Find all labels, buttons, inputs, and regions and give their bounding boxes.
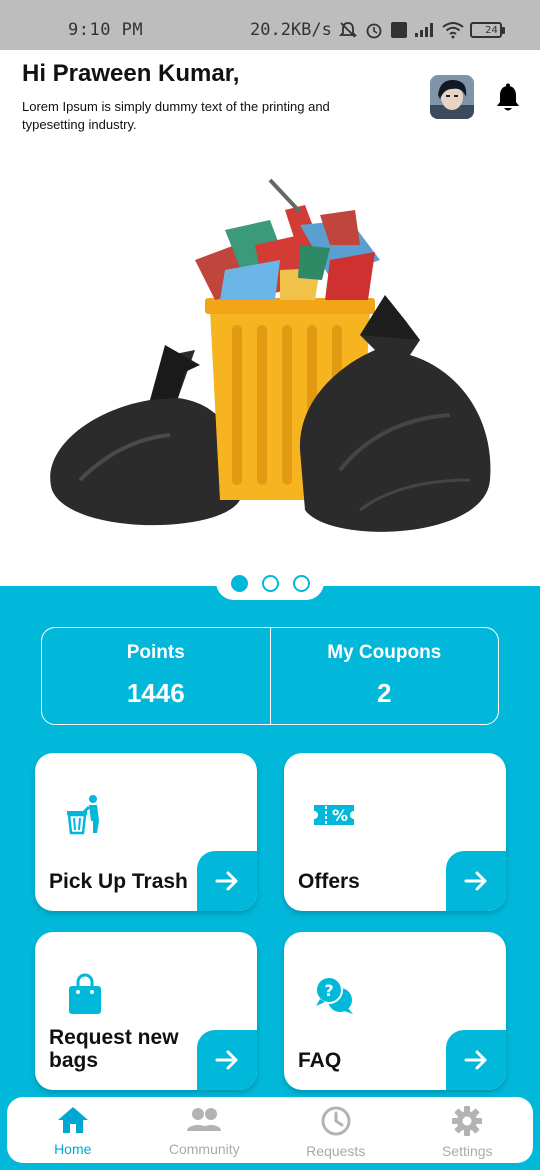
carousel-dot-3[interactable] xyxy=(292,574,310,592)
coupon-percent-icon: % xyxy=(314,793,354,837)
signal-icon xyxy=(414,22,436,38)
card-title: Pick Up Trash xyxy=(49,870,188,893)
carousel-dot-2[interactable] xyxy=(261,574,279,592)
coupons-stat[interactable]: My Coupons 2 xyxy=(269,628,499,724)
wifi-icon xyxy=(442,21,464,39)
status-bar: 9:10 PM 20.2KB/s 24 xyxy=(0,0,540,50)
trash-illustration xyxy=(50,178,491,532)
network-speed: 20.2KB/s xyxy=(250,20,332,40)
people-icon xyxy=(185,1105,223,1139)
nav-home-label: Home xyxy=(54,1141,92,1157)
pick-up-trash-card[interactable]: Pick Up Trash xyxy=(35,753,257,911)
battery-icon: 24 xyxy=(469,22,505,38)
avatar[interactable] xyxy=(430,75,474,119)
greeting-title: Hi Praween Kumar, xyxy=(22,60,240,87)
greeting-subtitle: Lorem Ipsum is simply dummy text of the … xyxy=(22,99,330,132)
nav-community[interactable]: Community xyxy=(139,1097,271,1163)
arrow-right-icon[interactable] xyxy=(446,851,506,911)
home-icon xyxy=(56,1105,90,1139)
svg-text:%: % xyxy=(332,806,348,825)
volte-icon xyxy=(390,21,408,39)
points-stat[interactable]: Points 1446 xyxy=(42,628,270,724)
carousel-indicator xyxy=(216,566,324,600)
left-garbage-bag xyxy=(50,350,241,526)
faq-chat-icon: ? xyxy=(314,972,354,1016)
shopping-bag-icon xyxy=(65,972,105,1016)
faq-card[interactable]: ? FAQ xyxy=(284,932,506,1090)
bell-icon[interactable] xyxy=(494,83,522,113)
nav-requests[interactable]: Requests xyxy=(270,1097,402,1163)
arrow-right-icon[interactable] xyxy=(197,1030,257,1090)
nav-home[interactable]: Home xyxy=(7,1097,139,1163)
trash-bin-person-icon xyxy=(65,793,105,837)
card-title: Offers xyxy=(298,870,360,893)
gear-icon xyxy=(451,1105,483,1141)
request-new-bags-card[interactable]: Request new bags xyxy=(35,932,257,1090)
carousel-dot-1[interactable] xyxy=(230,574,248,592)
nav-community-label: Community xyxy=(168,1141,240,1157)
coupons-value: 2 xyxy=(377,678,392,708)
banner-carousel[interactable] xyxy=(0,150,540,590)
status-icons: 20.2KB/s 24 xyxy=(250,20,505,40)
points-label: Points xyxy=(126,642,185,663)
header: Hi Praween Kumar, Lorem Ipsum is simply … xyxy=(0,50,540,150)
offers-card[interactable]: % Offers xyxy=(284,753,506,911)
arrow-right-icon[interactable] xyxy=(197,851,257,911)
stats-box: Points 1446 My Coupons 2 xyxy=(41,627,499,725)
points-value: 1446 xyxy=(126,678,185,708)
nav-requests-label: Requests xyxy=(306,1143,366,1159)
status-time: 9:10 PM xyxy=(68,20,144,40)
nav-settings[interactable]: Settings xyxy=(402,1097,534,1163)
mute-bell-icon xyxy=(338,20,358,40)
nav-settings-label: Settings xyxy=(441,1143,493,1159)
bottom-nav: Home Community Requests Settings xyxy=(7,1097,533,1163)
arrow-right-icon[interactable] xyxy=(446,1030,506,1090)
battery-level: 24 xyxy=(485,24,498,36)
coupons-label: My Coupons xyxy=(327,642,442,663)
alarm-icon xyxy=(364,20,384,40)
card-title: Request new bags xyxy=(49,1026,179,1072)
card-title: FAQ xyxy=(298,1049,342,1072)
clock-icon xyxy=(320,1105,352,1141)
svg-text:?: ? xyxy=(324,981,333,1000)
